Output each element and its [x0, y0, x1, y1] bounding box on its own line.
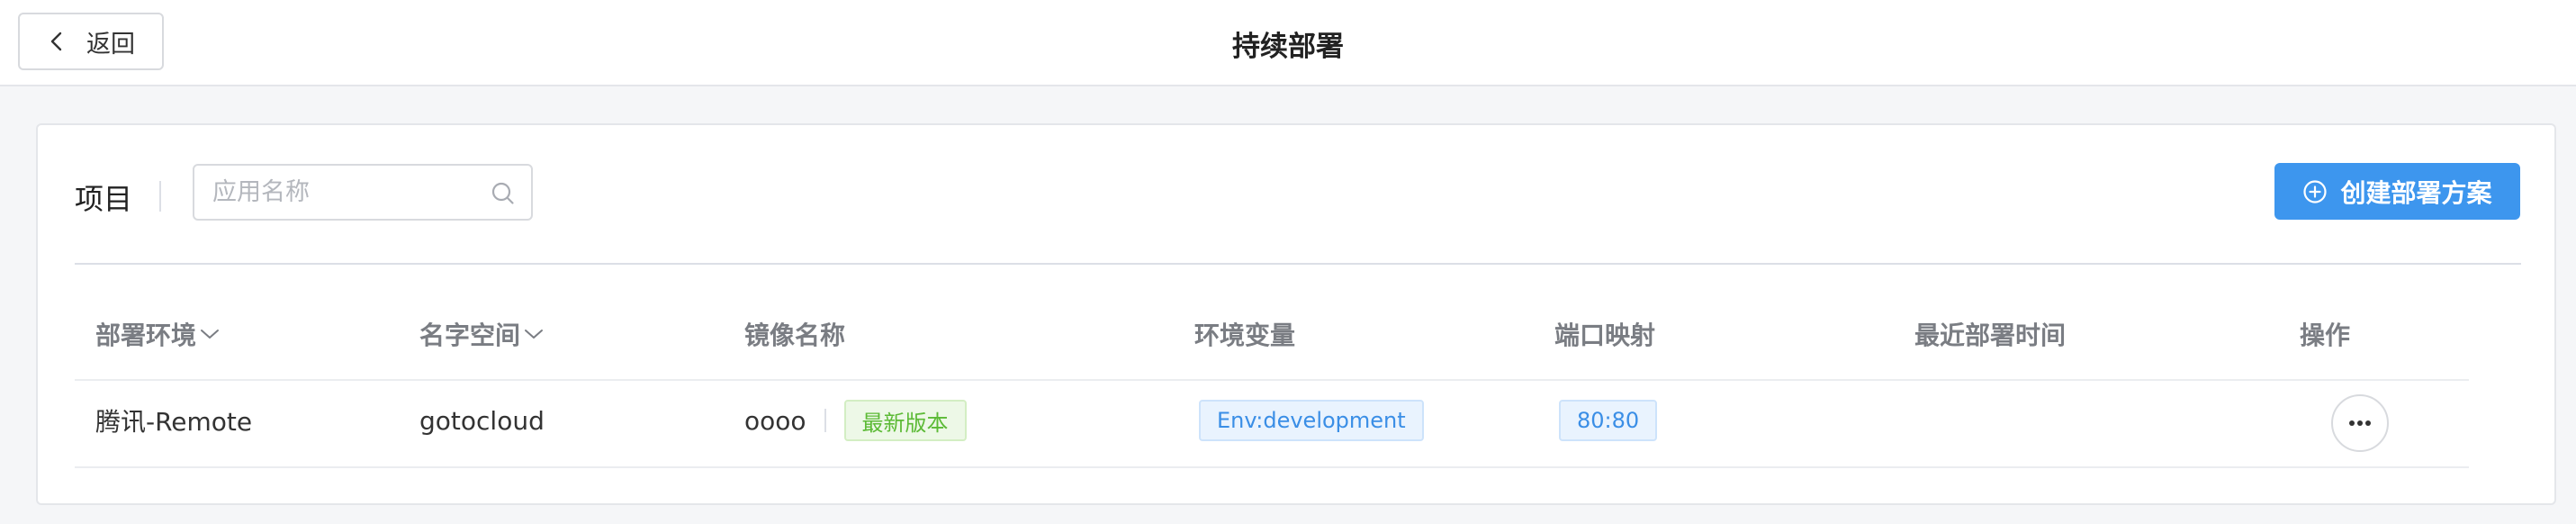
page-title: 持续部署 — [1232, 30, 1344, 63]
column-header-label: 端口映射 — [1554, 321, 1656, 350]
create-deploy-plan-button[interactable]: 创建部署方案 — [2274, 163, 2520, 220]
column-header-label: 镜像名称 — [744, 321, 846, 350]
column-header-label: 环境变量 — [1194, 321, 1296, 350]
column-header-last-deploy: 最近部署时间 — [1914, 316, 2066, 352]
section-label: 项目 — [75, 182, 133, 216]
deploy-card: 项目 创建部署方案 部署环境 名字空间 镜像名称 环境变量 — [36, 123, 2556, 505]
column-header-image: 镜像名称 — [744, 316, 845, 352]
back-button-label: 返回 — [86, 30, 135, 59]
table-header-divider — [75, 379, 2469, 381]
cell-environment: 腾讯-Remote — [95, 407, 253, 437]
column-header-environment[interactable]: 部署环境 — [95, 316, 220, 352]
toolbar-divider-line — [75, 263, 2521, 265]
row-actions-button[interactable] — [2331, 394, 2389, 452]
back-button[interactable]: 返回 — [18, 13, 164, 70]
column-header-actions: 操作 — [2300, 316, 2350, 352]
more-horizontal-icon — [2349, 420, 2371, 426]
plus-circle-icon — [2303, 179, 2328, 203]
table-row-divider — [75, 466, 2469, 468]
port-mapping-tag: 80:80 — [1559, 400, 1658, 441]
env-var-tag: Env:development — [1199, 400, 1424, 441]
column-header-namespace[interactable]: 名字空间 — [419, 316, 544, 352]
cell-env-vars: Env:development — [1199, 398, 1424, 443]
latest-version-tag: 最新版本 — [843, 400, 967, 441]
search-box — [193, 164, 533, 221]
create-button-label: 创建部署方案 — [2340, 177, 2492, 208]
column-header-label: 操作 — [2300, 321, 2351, 350]
cell-separator — [824, 409, 826, 432]
column-header-env-vars: 环境变量 — [1194, 316, 1295, 352]
chevron-down-icon — [201, 330, 220, 339]
column-header-ports: 端口映射 — [1554, 316, 1655, 352]
column-header-label: 部署环境 — [95, 321, 197, 350]
top-header: 持续部署 返回 — [0, 0, 2576, 86]
search-input[interactable] — [212, 166, 482, 219]
column-header-label: 名字空间 — [419, 321, 521, 350]
cell-image: oooo 最新版本 — [744, 398, 967, 443]
chevron-left-icon — [50, 32, 62, 51]
image-name: oooo — [744, 405, 806, 436]
chevron-down-icon — [525, 330, 544, 339]
cell-namespace: gotocloud — [419, 405, 545, 436]
toolbar-divider — [159, 181, 161, 212]
column-header-label: 最近部署时间 — [1914, 321, 2067, 350]
search-icon[interactable] — [491, 182, 515, 205]
cell-ports: 80:80 — [1559, 398, 1658, 443]
